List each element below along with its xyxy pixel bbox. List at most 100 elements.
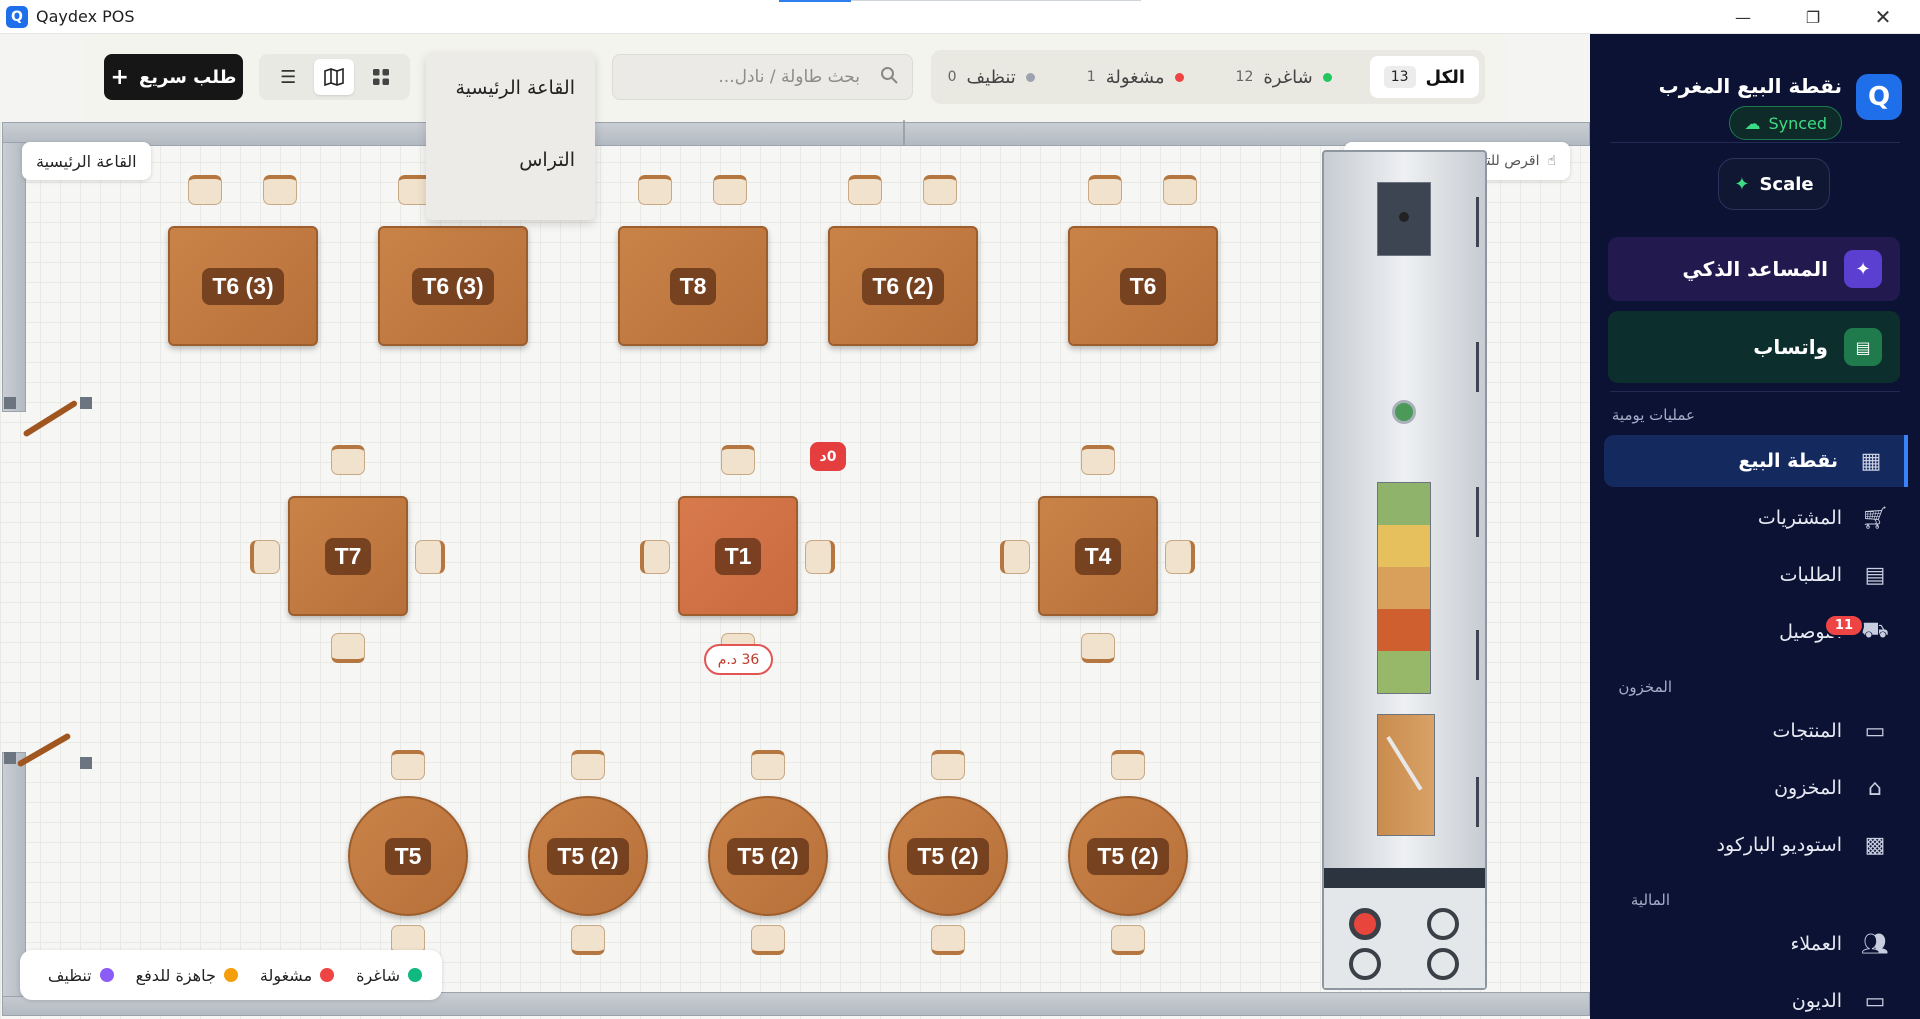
quick-order-button[interactable]: طلب سريع + <box>104 54 243 100</box>
sync-status-badge: Synced ☁ <box>1729 106 1842 140</box>
stove-panel <box>1324 868 1485 888</box>
occupied-time-badge: 0د <box>810 442 846 471</box>
table-t5[interactable]: T5 <box>348 796 468 916</box>
sidebar-item-label: المشتريات <box>1757 507 1842 529</box>
table-t6-3a[interactable]: T6 (3) <box>168 226 318 346</box>
filter-cleaning-label: تنظيف <box>966 66 1016 88</box>
chair <box>1081 445 1115 475</box>
table-t5-2b[interactable]: T5 (2) <box>708 796 828 916</box>
chair <box>571 750 605 780</box>
sidebar-item-debts[interactable]: ▭ الديون <box>1604 975 1908 1019</box>
divider <box>1610 391 1900 392</box>
chair <box>1000 540 1030 574</box>
door-hinge <box>80 757 92 769</box>
table-label: T4 <box>1074 537 1122 575</box>
sidebar-item-pos[interactable]: ▦ نقطة البيع <box>1604 435 1908 487</box>
sidebar-item-barcode-studio[interactable]: ▩ استوديو الباركود <box>1604 819 1908 871</box>
sidebar-item-label: استوديو الباركود <box>1716 834 1842 856</box>
list-view-icon[interactable]: ☰ <box>268 59 308 95</box>
sidebar-item-label: العملاء <box>1790 933 1843 955</box>
sidebar-item-orders[interactable]: ▤ الطلبات <box>1604 549 1908 601</box>
wall-left-upper <box>2 142 26 412</box>
sidebar-item-customers[interactable]: 👥︎ العملاء <box>1604 918 1908 970</box>
filter-occupied[interactable]: مشغولة 1 <box>1073 56 1198 98</box>
minimize-icon[interactable]: — <box>1714 0 1772 34</box>
table-t7[interactable]: T7 <box>288 496 408 616</box>
map-view-icon[interactable] <box>314 59 355 95</box>
grid-view-icon[interactable] <box>361 59 401 95</box>
chair <box>931 750 965 780</box>
filter-cleaning[interactable]: تنظيف 0 <box>934 56 1049 98</box>
kitchen-rail <box>1476 487 1479 537</box>
sidebar-item-products[interactable]: ▭ المنتجات <box>1604 705 1908 757</box>
chair <box>250 540 280 574</box>
table-t5-2d[interactable]: T5 (2) <box>1068 796 1188 916</box>
filter-cleaning-count: 0 <box>947 69 957 85</box>
sidebar-item-delivery[interactable]: ⛟ التوصيل 11 <box>1604 606 1908 658</box>
chair <box>331 633 365 663</box>
sidebar-item-label: الديون <box>1791 990 1842 1012</box>
chair <box>1163 175 1197 205</box>
table-t5-2a[interactable]: T5 (2) <box>528 796 648 916</box>
close-icon[interactable]: ✕ <box>1854 0 1912 34</box>
table-t1[interactable]: T1 <box>678 496 798 616</box>
room-option-main[interactable]: القاعة الرئيسية <box>426 52 595 124</box>
truck-icon: ⛟ <box>1861 618 1889 643</box>
chair <box>638 175 672 205</box>
table-label: T7 <box>324 537 372 575</box>
room-option-terrace[interactable]: التراس <box>426 124 595 196</box>
occupied-dot-icon <box>320 968 335 982</box>
title-bar: Q Qaydex POS — ❐ ✕ <box>0 0 1920 34</box>
legend-item: مشغولة <box>260 966 335 985</box>
sidebar-item-label: المخزون <box>1774 777 1842 799</box>
chair <box>751 925 785 955</box>
receipt-icon: ▤ <box>1864 562 1886 588</box>
qr-code-icon: ▩ <box>1864 832 1886 858</box>
filter-vacant[interactable]: شاغرة 12 <box>1222 56 1346 98</box>
table-t8[interactable]: T8 <box>618 226 768 346</box>
chair <box>1111 925 1145 955</box>
burner-on-icon <box>1349 908 1381 940</box>
table-label: T1 <box>714 537 762 575</box>
filter-vacant-count: 12 <box>1235 69 1254 85</box>
sidebar-item-purchases[interactable]: 🛒︎ المشتريات <box>1604 492 1908 544</box>
table-t4[interactable]: T4 <box>1038 496 1158 616</box>
chair <box>263 175 297 205</box>
table-label: T6 <box>1119 267 1167 305</box>
room-dropdown: القاعة الرئيسية التراس <box>426 52 595 220</box>
cart-icon: 🛒︎ <box>1861 505 1889 531</box>
search-placeholder: بحث طاولة / نادل... <box>718 67 860 87</box>
legend-item: شاغرة <box>356 966 422 985</box>
legend-label: تنظيف <box>47 965 92 985</box>
legend-item: جاهزة للدفع <box>136 966 238 985</box>
chair <box>1081 633 1115 663</box>
restore-icon[interactable]: ❐ <box>1784 0 1842 34</box>
sync-status-text: Synced <box>1768 113 1827 133</box>
legend-label: جاهزة للدفع <box>135 965 216 985</box>
filter-occupied-label: مشغولة <box>1105 66 1165 88</box>
title-line <box>851 0 1141 1</box>
door-hinge <box>4 397 16 409</box>
table-t5-2c[interactable]: T5 (2) <box>888 796 1008 916</box>
table-search-input[interactable]: بحث طاولة / نادل... <box>612 54 913 100</box>
sidebar-item-inventory[interactable]: ⌂ المخزون <box>1604 762 1908 814</box>
legend-label: شاغرة <box>356 965 400 985</box>
sidebar-item-label: المنتجات <box>1772 720 1842 742</box>
chair <box>1111 750 1145 780</box>
sidebar: Q نقطة البيع المغرب Synced ☁ Scale ✦ ✦ ا… <box>1590 34 1920 1019</box>
ai-assistant-label: المساعد الذكي <box>1682 257 1828 281</box>
status-filters: الكل 13 شاغرة 12 مشغولة 1 تنظيف 0 <box>931 50 1485 104</box>
store-logo-icon: Q <box>1856 74 1902 120</box>
table-t6[interactable]: T6 <box>1068 226 1218 346</box>
filter-all[interactable]: الكل 13 <box>1369 56 1479 98</box>
occupied-dot-icon <box>1174 72 1184 82</box>
table-label: T5 (2) <box>907 837 989 875</box>
chair <box>415 540 445 574</box>
table-t6-2[interactable]: T6 (2) <box>828 226 978 346</box>
section-daily: عمليات يومية <box>1611 406 1695 424</box>
scale-button[interactable]: Scale ✦ <box>1718 158 1830 210</box>
whatsapp-button[interactable]: ▤ واتساب <box>1608 311 1900 383</box>
table-t6-3b[interactable]: T6 (3) <box>378 226 528 346</box>
legend-item: تنظيف <box>48 966 114 985</box>
ai-assistant-button[interactable]: ✦ المساعد الذكي <box>1608 237 1900 301</box>
